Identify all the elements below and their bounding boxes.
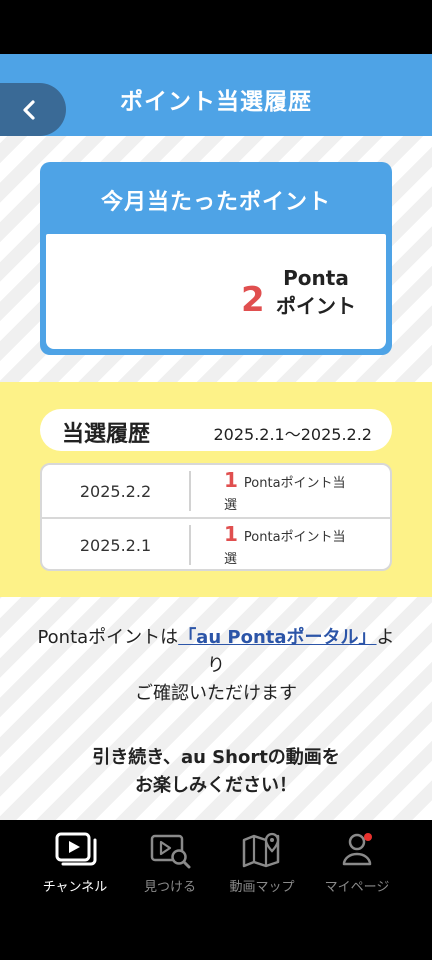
nav-item-discover[interactable]: 見つける <box>122 830 218 895</box>
history-section: 当選履歴 2025.2.1～2025.2.2 2025.2.2 1 Pontaポイ… <box>0 382 432 597</box>
nav-label-channel: チャンネル <box>42 880 108 895</box>
row-divider <box>189 525 191 565</box>
portal-info-line2: ご確認いただけます <box>135 683 297 704</box>
play-screen-icon <box>55 832 97 866</box>
history-row-text-cont: 選 <box>224 498 238 513</box>
history-table: 2025.2.2 1 Pontaポイント当 選 2025.2.1 1 Pontaポイ… <box>40 463 392 571</box>
history-row-count: 1 <box>224 522 238 546</box>
map-pin-icon <box>242 832 280 868</box>
notification-badge <box>364 833 372 841</box>
closing-message: 引き続き、au Shortの動画を お楽しみください！ <box>0 744 432 800</box>
portal-info-text: Pontaポイントは「au Pontaポータル」よ り ご確認いただけます <box>28 624 404 708</box>
nav-label-mypage: マイページ <box>324 880 390 895</box>
history-row-description: 1 Pontaポイント当 選 <box>224 522 369 569</box>
nav-item-video-map[interactable]: 動画マップ <box>214 830 310 895</box>
history-row-date: 2025.2.2 <box>79 482 152 501</box>
history-header: 当選履歴 2025.2.1～2025.2.2 <box>40 409 392 451</box>
portal-info-suffix-cont: り <box>207 655 225 676</box>
history-title: 当選履歴 <box>62 422 151 447</box>
history-row-text-cont: 選 <box>224 552 238 567</box>
row-divider <box>189 471 191 511</box>
portal-info-prefix: Pontaポイントは <box>37 627 179 648</box>
nav-item-channel[interactable]: チャンネル <box>27 830 123 895</box>
portal-info-suffix: よ <box>376 627 395 648</box>
history-row-count: 1 <box>224 468 238 492</box>
monthly-points-value: 2 <box>241 280 265 320</box>
nav-label-video-map: 動画マップ <box>229 880 295 895</box>
bottom-navigation: チャンネル 見つける 動画マップ マイページ <box>0 820 432 960</box>
points-unit-line1: Ponta <box>283 266 349 290</box>
history-row-date: 2025.2.1 <box>79 536 152 555</box>
nav-label-discover: 見つける <box>143 880 196 895</box>
closing-line2: お楽しみください！ <box>135 775 297 796</box>
page-title: ポイント当選履歴 <box>120 89 312 115</box>
monthly-points-body: 2 Ponta ポイント <box>46 234 386 349</box>
points-unit-line2: ポイント <box>276 294 356 318</box>
monthly-points-card: 今月当たったポイント 2 Ponta ポイント <box>40 162 392 355</box>
nav-item-mypage[interactable]: マイページ <box>309 830 405 895</box>
points-unit: Ponta ポイント <box>274 264 358 320</box>
main-content[interactable]: 今月当たったポイント 2 Ponta ポイント 当選履歴 2025.2.1～20… <box>0 136 432 820</box>
status-bar <box>0 0 432 54</box>
closing-line1: 引き続き、au Shortの動画を <box>92 747 340 768</box>
video-search-icon <box>150 834 191 869</box>
au-ponta-portal-link[interactable]: 「au Pontaポータル」 <box>178 627 376 648</box>
monthly-points-title: 今月当たったポイント <box>100 190 331 215</box>
header-bar: ポイント当選履歴 <box>0 54 432 136</box>
history-row: 2025.2.1 1 Pontaポイント当 選 <box>42 517 390 569</box>
history-row-text: Pontaポイント当 <box>243 530 346 545</box>
history-row: 2025.2.2 1 Pontaポイント当 選 <box>42 465 390 517</box>
person-icon <box>342 833 372 866</box>
history-row-description: 1 Pontaポイント当 選 <box>224 469 369 517</box>
history-row-text: Pontaポイント当 <box>243 476 346 491</box>
history-date-range: 2025.2.1～2025.2.2 <box>213 425 372 444</box>
